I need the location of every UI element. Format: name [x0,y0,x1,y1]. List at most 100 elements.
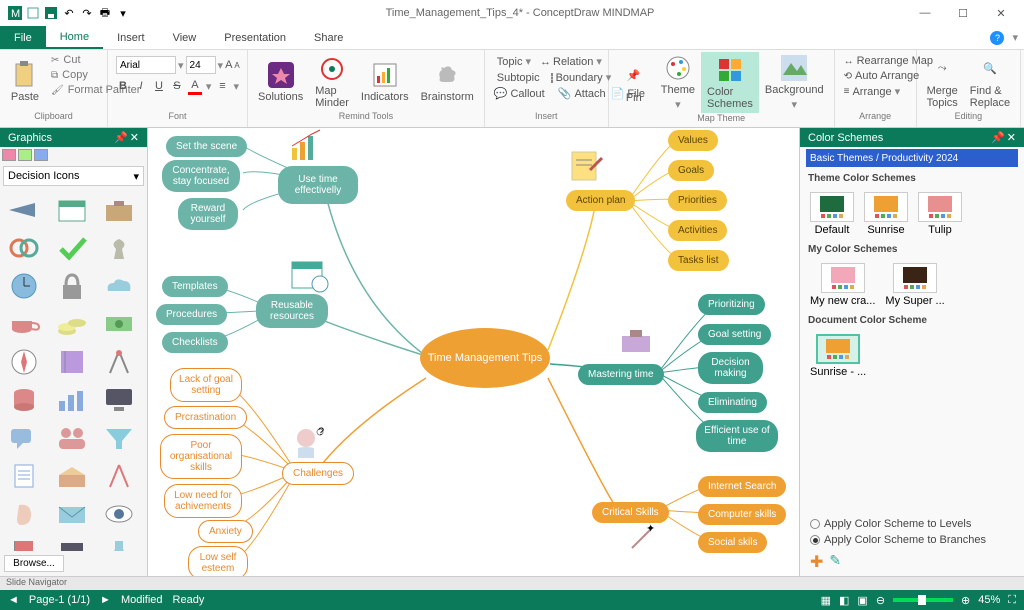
coins-icon[interactable] [52,307,92,341]
tab-home[interactable]: Home [46,26,103,49]
ear-icon[interactable] [4,497,44,531]
underline-button[interactable]: U [152,77,166,95]
pin-button[interactable]: 📌Pin [613,52,655,113]
tab-presentation[interactable]: Presentation [210,26,300,49]
inbox-icon[interactable] [52,459,92,493]
view-icon[interactable]: ◧ [839,594,849,607]
insert-callout-button[interactable]: 💬Callout📎Attach📄File [491,86,602,101]
grow-font-icon[interactable]: A [225,56,232,74]
topic-templates[interactable]: Templates [162,276,228,297]
view-icon[interactable]: ▦ [821,594,831,607]
document-icon[interactable] [4,459,44,493]
insert-topic-button[interactable]: Topic▾↔Relation▾ [491,54,602,69]
tab-insert[interactable]: Insert [103,26,159,49]
close-button[interactable]: ✕ [986,3,1016,23]
add-scheme-icon[interactable]: ✚ [810,552,823,572]
topic-goal-setting[interactable]: Goal setting [698,324,771,345]
pin-icon[interactable]: 📌 [114,131,128,144]
money-icon[interactable] [99,307,139,341]
color-schemes-button[interactable]: Color Schemes [701,52,759,113]
topic-goals[interactable]: Goals [668,160,714,181]
zoom-out-icon[interactable]: ⊖ [876,594,885,607]
color-scheme-item[interactable]: My new cra... [810,263,875,307]
computer-icon[interactable] [99,383,139,417]
file-menu[interactable]: File [0,26,46,49]
pin-icon[interactable]: 📌 [991,131,1005,144]
topic-values[interactable]: Values [668,130,718,151]
color-scheme-item[interactable]: Sunrise - ... [810,334,866,378]
topic-social[interactable]: Social skils [698,532,767,553]
briefcase-icon[interactable] [99,193,139,227]
topic-action-plan[interactable]: Action plan [566,190,635,211]
fit-icon[interactable]: ⛶ [1008,594,1016,607]
topic-use-time[interactable]: Use time effectivelly [278,166,358,204]
prev-page-icon[interactable]: ◄ [8,594,19,606]
topic-decision[interactable]: Decision making [698,352,763,384]
topic-mastering[interactable]: Mastering time [578,364,664,385]
browse-button[interactable]: Browse... [4,555,64,572]
view-icon[interactable]: ▣ [857,594,867,607]
rings-icon[interactable] [4,231,44,265]
close-icon[interactable]: ✕ [130,131,139,144]
topic-priorities[interactable]: Priorities [668,190,727,211]
topic-prioritizing[interactable]: Prioritizing [698,294,765,315]
auto-arrange-button[interactable]: ⟲ Auto Arrange [841,69,910,83]
topic-tasks[interactable]: Tasks list [668,250,729,271]
paste-button[interactable]: Paste [4,52,46,111]
print-icon[interactable]: 🖶 [98,6,112,20]
merge-topics-button[interactable]: ⤳Merge Topics [921,52,964,111]
airplane-icon[interactable] [4,193,44,227]
save-icon[interactable] [44,6,58,20]
funnel-icon[interactable] [99,421,139,455]
tab-view[interactable]: View [159,26,211,49]
italic-button[interactable]: I [134,77,148,95]
topic-poor-org[interactable]: Poor organisational skills [160,434,242,479]
topic-activities[interactable]: Activities [668,220,727,241]
eye-icon[interactable] [99,497,139,531]
brainstorm-button[interactable]: Brainstorm [415,52,480,111]
topic-low-self[interactable]: Low self esteem [188,546,248,576]
people-icon[interactable] [52,421,92,455]
apply-branches-radio[interactable]: Apply Color Scheme to Branches [800,532,1024,548]
notebook-icon[interactable] [52,345,92,379]
topic-procrastination[interactable]: Prcrastination [164,406,247,429]
solutions-button[interactable]: Solutions [252,52,309,111]
toolbar-icon[interactable] [18,149,32,161]
draft-compass-icon[interactable] [99,345,139,379]
topic-computer[interactable]: Computer skills [698,504,786,525]
minimize-button[interactable]: — [910,3,940,23]
topic-anxiety[interactable]: Anxiety [198,520,253,543]
close-icon[interactable]: ✕ [1007,131,1016,144]
tab-share[interactable]: Share [300,26,357,49]
topic-internet[interactable]: Internet Search [698,476,786,497]
apply-levels-radio[interactable]: Apply Color Scheme to Levels [800,516,1024,532]
bold-button[interactable]: B [116,77,130,95]
topic-challenges[interactable]: Challenges [282,462,354,485]
topic-low-need[interactable]: Low need for achivements [164,484,242,518]
map-minder-button[interactable]: Map Minder [309,52,355,111]
coffee-icon[interactable] [4,307,44,341]
background-button[interactable]: Background▾ [759,52,830,113]
chart-bars-icon[interactable] [52,383,92,417]
topic-set-scene[interactable]: Set the scene [166,136,247,157]
toolbar-icon[interactable] [34,149,48,161]
calendar-icon[interactable] [52,193,92,227]
topic-critical[interactable]: Critical Skills [592,502,669,523]
align-button[interactable]: ≡ [215,77,229,95]
chevron-down-icon[interactable]: ▾ [1012,31,1018,44]
scheme-dropdown[interactable]: Basic Themes / Productivity 2024 [806,149,1018,167]
color-scheme-item[interactable]: My Super ... [885,263,944,307]
flag-icon[interactable] [4,535,44,551]
new-icon[interactable] [26,6,40,20]
graphics-category-dropdown[interactable]: Decision Icons▾ [3,166,144,186]
maximize-button[interactable]: ☐ [948,3,978,23]
topic-eliminating[interactable]: Eliminating [698,392,767,413]
topic-concentrate[interactable]: Concentrate, stay focused [162,160,240,192]
zoom-in-icon[interactable]: ⊕ [961,594,970,607]
draft-tool-icon[interactable] [99,459,139,493]
laptop-icon[interactable] [52,535,92,551]
font-name-input[interactable] [116,56,176,74]
undo-icon[interactable]: ↶ [62,6,76,20]
theme-button[interactable]: Theme▾ [655,52,701,113]
clock-icon[interactable] [4,269,44,303]
